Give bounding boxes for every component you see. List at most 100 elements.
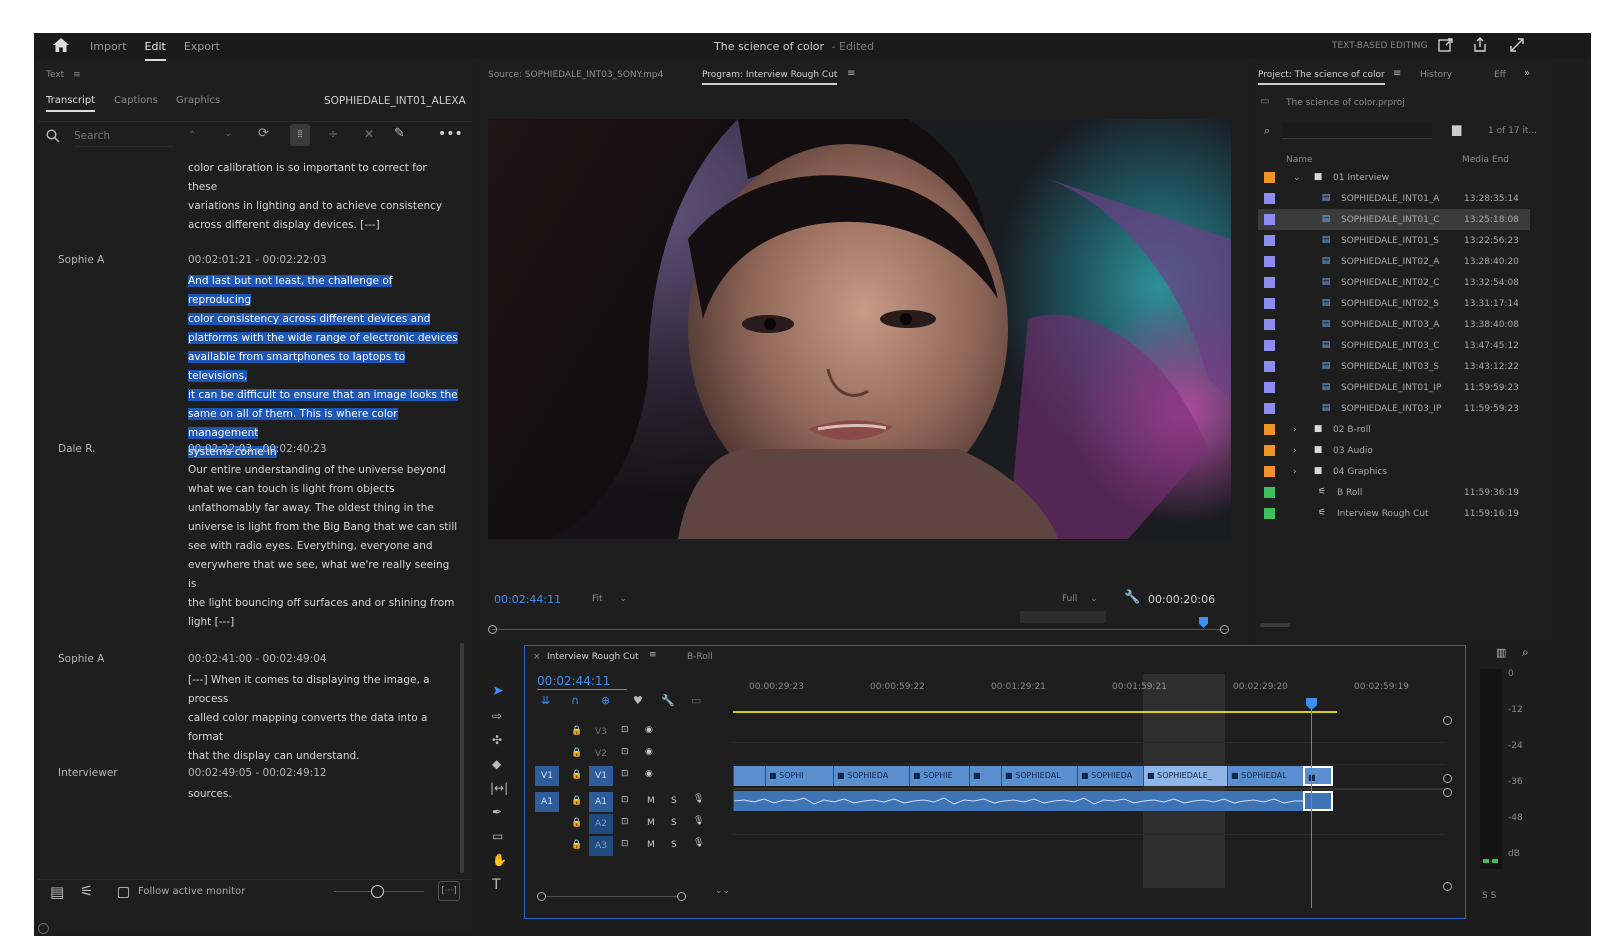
slip-tool-icon[interactable]: |↔|	[490, 781, 508, 795]
resolution-dropdown[interactable]: Full ⌄	[1062, 594, 1098, 604]
track-label-v3[interactable]: V3	[595, 727, 607, 737]
audio-clip-end[interactable]	[1303, 791, 1333, 811]
follow-monitor-checkbox[interactable]	[118, 887, 129, 898]
transcript-text[interactable]: sources.	[188, 785, 458, 804]
zoom-fit-dropdown[interactable]: Fit ⌄	[592, 594, 627, 604]
hscroll-track[interactable]	[547, 896, 677, 897]
timeline-settings-icon[interactable]: 🔧	[661, 694, 675, 707]
mute-button[interactable]: M	[647, 796, 655, 806]
project-bin[interactable]: › ■ 03 Audio	[1258, 440, 1530, 461]
work-area-bar[interactable]	[1020, 611, 1106, 623]
snap-icon[interactable]: ∩	[571, 694, 579, 707]
video-clip[interactable]: ■	[969, 766, 1001, 786]
lock-icon[interactable]: 🔒	[571, 840, 582, 850]
split-icon[interactable]: ÷	[328, 128, 338, 140]
sync-lock-icon[interactable]: ⊡	[621, 725, 629, 735]
column-media-end-header[interactable]: Media End	[1462, 155, 1509, 165]
search-prev-icon[interactable]: ⌃	[188, 131, 196, 141]
project-clip[interactable]: ▤ SOPHIEDALE_INT02_C 13:32:54:08	[1258, 272, 1530, 293]
label-color-swatch[interactable]	[1264, 277, 1275, 288]
video-frame[interactable]	[488, 119, 1231, 539]
vscroll-handle[interactable]	[1443, 788, 1452, 797]
captions-icon[interactable]: ▤	[50, 885, 64, 900]
video-clip[interactable]: ■ SOPHIEDA	[833, 766, 909, 786]
selection-tool-icon[interactable]: ➤	[492, 683, 504, 699]
new-bin-icon[interactable]: ▆	[1452, 123, 1461, 135]
speaker-label[interactable]: Sophie A	[58, 653, 104, 665]
mute-button[interactable]: M	[647, 840, 655, 850]
disclosure-closed-icon[interactable]: ›	[1293, 467, 1309, 477]
label-color-swatch[interactable]	[1264, 172, 1275, 183]
microphone-icon[interactable]: 🎙	[693, 838, 704, 848]
microphone-icon[interactable]: 🎙	[693, 794, 704, 804]
linked-selection-icon[interactable]: ⊕	[601, 694, 610, 707]
home-icon[interactable]	[52, 38, 70, 54]
project-clip[interactable]: ▤ SOPHIEDALE_INT03_C 13:47:45:12	[1258, 335, 1530, 356]
lock-icon[interactable]: 🔒	[571, 796, 582, 806]
label-color-swatch[interactable]	[1264, 235, 1275, 246]
label-color-swatch[interactable]	[1264, 466, 1275, 477]
solo-button[interactable]: S	[671, 818, 677, 828]
mute-button[interactable]: M	[647, 818, 655, 828]
project-menu-icon[interactable]: ≡	[1393, 69, 1401, 79]
hscroll-start-handle[interactable]	[537, 892, 546, 901]
project-clip[interactable]: ▤ SOPHIEDALE_INT01_IP 11:59:59:23	[1258, 377, 1530, 398]
vscroll-handle[interactable]	[1443, 882, 1452, 891]
source-patch-v1[interactable]: V1	[535, 766, 559, 786]
project-tab[interactable]: Project: The science of color	[1258, 70, 1385, 85]
more-options-icon[interactable]: •••	[438, 127, 463, 141]
sync-lock-icon[interactable]: ⊡	[621, 747, 629, 757]
video-clip-selected[interactable]: ■ SOPHIEDALE_	[1143, 766, 1227, 786]
eye-icon[interactable]: ◉	[645, 725, 653, 735]
add-marker-icon[interactable]: ♥	[633, 694, 643, 707]
close-sequence-icon[interactable]: ×	[533, 652, 541, 662]
lock-icon[interactable]: 🔒	[571, 818, 582, 828]
eye-icon[interactable]: ◉	[645, 747, 653, 757]
video-clip[interactable]: ■ SOPHIEDA	[1077, 766, 1143, 786]
project-clip[interactable]: ▤ SOPHIEDALE_INT01_C 13:25:18:08	[1258, 209, 1530, 230]
program-monitor-tab[interactable]: Program: Interview Rough Cut	[702, 70, 838, 85]
track-label-v1[interactable]: V1	[589, 766, 613, 786]
speaker-label[interactable]: Sophie A	[58, 254, 104, 266]
tab-graphics[interactable]: Graphics	[176, 95, 220, 106]
transcript-text[interactable]: [---] When it comes to displaying the im…	[188, 671, 458, 766]
label-color-swatch[interactable]	[1264, 319, 1275, 330]
video-clip[interactable]	[733, 766, 765, 786]
video-clip[interactable]: ■ SOPHI	[765, 766, 833, 786]
solo-button[interactable]: S	[671, 840, 677, 850]
label-color-swatch[interactable]	[1264, 382, 1275, 393]
transcript-scrollbar[interactable]	[460, 643, 464, 873]
label-color-swatch[interactable]	[1264, 193, 1275, 204]
search-icon[interactable]	[46, 129, 60, 145]
meter-solo-labels[interactable]: S S	[1482, 891, 1496, 901]
nav-edit[interactable]: Edit	[144, 40, 167, 61]
label-color-swatch[interactable]	[1264, 256, 1275, 267]
sync-lock-icon[interactable]: ⊡	[621, 817, 629, 827]
scrub-bar[interactable]	[492, 629, 1228, 630]
track-label-a2[interactable]: A2	[589, 814, 613, 834]
project-sequence[interactable]: ⚟ B Roll 11:59:36:19	[1258, 482, 1530, 503]
label-color-swatch[interactable]	[1264, 445, 1275, 456]
playhead-timecode[interactable]: 00:02:44:11	[494, 593, 561, 606]
fullscreen-icon[interactable]	[1509, 37, 1525, 55]
project-clip[interactable]: ▤ SOPHIEDALE_INT03_S 13:43:12:22	[1258, 356, 1530, 377]
zoom-slider-thumb[interactable]	[371, 885, 384, 898]
history-tab[interactable]: History	[1420, 70, 1452, 80]
lock-icon[interactable]: 🔒	[571, 748, 582, 758]
ripple-edit-tool-icon[interactable]: ✣	[492, 733, 502, 747]
label-color-swatch[interactable]	[1264, 508, 1275, 519]
refresh-icon[interactable]: ⟳	[258, 127, 269, 140]
broll-sequence-tab[interactable]: B-Roll	[687, 652, 713, 662]
disclosure-open-icon[interactable]: ⌄	[1293, 173, 1309, 183]
monitor-menu-icon[interactable]: ≡	[847, 69, 855, 79]
label-color-swatch[interactable]	[1264, 424, 1275, 435]
eye-icon[interactable]: ◉	[645, 769, 653, 779]
track-label-v2[interactable]: V2	[595, 749, 607, 759]
quick-export-icon[interactable]	[1438, 37, 1454, 55]
project-bin[interactable]: › ■ 04 Graphics	[1258, 461, 1530, 482]
rectangle-tool-icon[interactable]: ▭	[492, 829, 503, 843]
source-monitor-tab[interactable]: Source: SOPHIEDALE_INT03_SONY.mp4	[488, 70, 663, 80]
nav-import[interactable]: Import	[90, 40, 127, 53]
vscroll-handle[interactable]	[1443, 774, 1452, 783]
lock-icon[interactable]: 🔒	[571, 770, 582, 780]
